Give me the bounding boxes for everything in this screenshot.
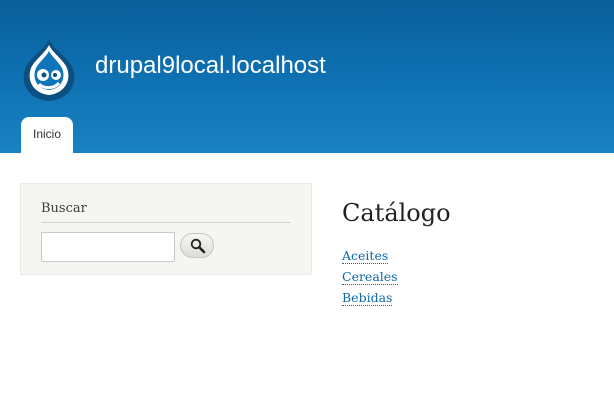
block-title-divider bbox=[41, 222, 291, 223]
catalog-link-cereales[interactable]: Cereales bbox=[342, 269, 398, 285]
search-button[interactable] bbox=[180, 233, 214, 258]
search-block: Buscar bbox=[20, 183, 312, 275]
list-item: Cereales bbox=[342, 266, 398, 287]
search-input[interactable] bbox=[41, 232, 175, 262]
drupal-drop-icon[interactable] bbox=[19, 37, 79, 103]
list-item: Aceites bbox=[342, 245, 398, 266]
search-block-title: Buscar bbox=[41, 201, 87, 216]
tab-inicio[interactable]: Inicio bbox=[21, 117, 73, 153]
list-item: Bebidas bbox=[342, 287, 398, 308]
search-icon bbox=[190, 238, 206, 254]
catalog-list: Aceites Cereales Bebidas bbox=[342, 245, 398, 308]
catalog-link-bebidas[interactable]: Bebidas bbox=[342, 290, 393, 306]
catalog-link-aceites[interactable]: Aceites bbox=[342, 248, 389, 264]
site-name-link[interactable]: drupal9local.localhost bbox=[95, 52, 326, 80]
page-title: Catálogo bbox=[342, 199, 451, 227]
site-header: drupal9local.localhost Inicio bbox=[0, 0, 614, 153]
